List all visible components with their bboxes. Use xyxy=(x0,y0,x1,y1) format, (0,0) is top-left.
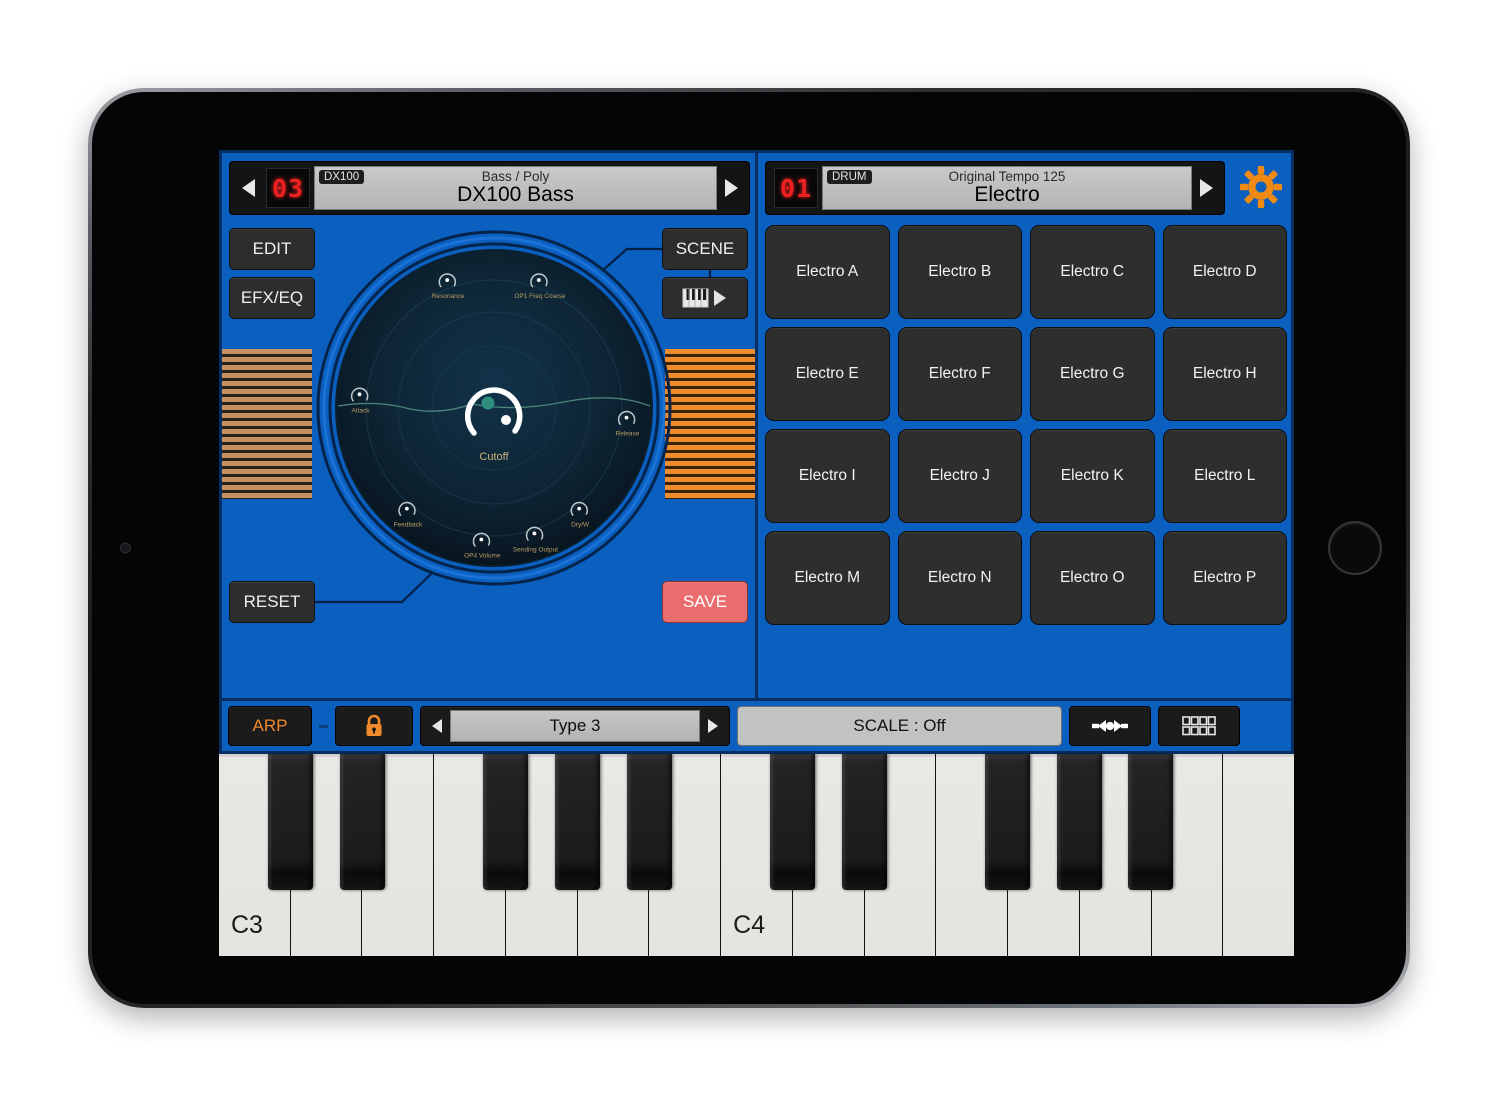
arp-type-prev-button[interactable] xyxy=(424,719,450,733)
efx-eq-button[interactable]: EFX/EQ xyxy=(229,277,315,319)
drum-pad[interactable]: Electro I xyxy=(765,429,890,523)
triangle-right-icon xyxy=(708,719,718,733)
octave-label: C3 xyxy=(231,911,263,939)
scene-button[interactable]: SCENE xyxy=(662,228,748,270)
black-key[interactable] xyxy=(984,754,1030,890)
reset-button[interactable]: RESET xyxy=(229,581,315,623)
black-key[interactable] xyxy=(769,754,815,890)
black-key[interactable] xyxy=(483,754,529,890)
arp-type-next-button[interactable] xyxy=(700,719,726,733)
arp-type-value: Type 3 xyxy=(450,710,700,742)
knob-label: Resonance xyxy=(432,293,465,300)
drum-pad[interactable]: Electro K xyxy=(1030,429,1155,523)
keyboard-play-button[interactable] xyxy=(662,277,748,319)
drum-pad-grid: Electro A Electro B Electro C Electro D Elec… xyxy=(765,225,1287,625)
octave-label: C4 xyxy=(733,911,766,939)
lock-icon xyxy=(366,714,382,736)
xy-filter-pad[interactable]: Resonance OP1 Freq Coarse Attack Release Fee… xyxy=(314,228,674,588)
knob-label: OP4 Volume xyxy=(464,552,501,559)
drum-pad[interactable]: Electro J xyxy=(897,429,1022,523)
arp-lock-button[interactable] xyxy=(335,706,413,746)
knob-label: Attack xyxy=(351,407,370,414)
tablet-device: 03 DX100 Bass / Poly DX100 Bass Resonanc… xyxy=(88,88,1410,1008)
arp-button[interactable]: ARP xyxy=(228,706,312,746)
arp-lock-link xyxy=(319,724,328,728)
drum-kit-name: Electro xyxy=(974,183,1040,207)
drum-next-kit-button[interactable] xyxy=(1192,164,1220,212)
drum-led-number: 01 xyxy=(779,173,813,203)
keyboard-play-icon xyxy=(682,288,726,308)
drum-pad[interactable]: Electro E xyxy=(765,327,890,421)
black-key[interactable] xyxy=(841,754,887,890)
knob-label: Release xyxy=(616,431,640,438)
arp-type-selector[interactable]: Type 3 xyxy=(420,706,730,746)
pad-grid-icon xyxy=(1182,716,1216,736)
white-key[interactable] xyxy=(1223,754,1294,956)
drum-pad[interactable]: Electro L xyxy=(1162,429,1287,523)
edit-button[interactable]: EDIT xyxy=(229,228,315,270)
knob-label: Sending Output xyxy=(513,546,558,553)
piano-keyboard: C3 C4 xyxy=(219,754,1294,956)
black-key[interactable] xyxy=(268,754,314,890)
save-button[interactable]: SAVE xyxy=(662,581,748,623)
drum-pad[interactable]: Electro F xyxy=(897,327,1022,421)
cutoff-label: Cutoff xyxy=(479,451,509,463)
front-camera xyxy=(120,542,131,554)
triangle-right-icon xyxy=(1199,179,1213,197)
drum-pad[interactable]: Electro O xyxy=(1030,531,1155,625)
tablet-bezel: 03 DX100 Bass / Poly DX100 Bass Resonanc… xyxy=(92,92,1406,1004)
drum-pad[interactable]: Electro M xyxy=(765,531,890,625)
knob-label: OP1 Freq Coarse xyxy=(514,293,565,300)
drum-kit-lcd[interactable]: DRUM Original Tempo 125 Electro xyxy=(822,166,1192,210)
knob-label: Dry/W xyxy=(571,522,590,529)
settings-button[interactable] xyxy=(1239,165,1283,209)
black-key[interactable] xyxy=(1128,754,1174,890)
gear-icon xyxy=(1239,165,1283,209)
top-panels: 03 DX100 Bass / Poly DX100 Bass Resonanc… xyxy=(219,150,1294,701)
drum-header: 01 DRUM Original Tempo 125 Electro xyxy=(765,161,1225,215)
drum-pad[interactable]: Electro P xyxy=(1162,531,1287,625)
drum-pad[interactable]: Electro G xyxy=(1030,327,1155,421)
synth-panel: 03 DX100 Bass / Poly DX100 Bass Resonanc… xyxy=(219,150,758,701)
drum-pad[interactable]: Electro C xyxy=(1030,225,1155,319)
triangle-left-icon xyxy=(432,719,442,733)
black-key[interactable] xyxy=(554,754,600,890)
drum-kit-tag: DRUM xyxy=(827,170,872,184)
knob-label: Feedback xyxy=(394,522,423,529)
drum-led-display: 01 xyxy=(774,168,818,208)
home-button[interactable] xyxy=(1328,521,1382,575)
black-key[interactable] xyxy=(1056,754,1102,890)
drum-panel: 01 DRUM Original Tempo 125 Electro Elect… xyxy=(758,150,1294,701)
black-key[interactable] xyxy=(339,754,385,890)
drum-pad[interactable]: Electro N xyxy=(897,531,1022,625)
black-key[interactable] xyxy=(626,754,672,890)
pad-grid-toggle-button[interactable] xyxy=(1158,706,1240,746)
drum-pad[interactable]: Electro A xyxy=(765,225,890,319)
drum-pad[interactable]: Electro D xyxy=(1162,225,1287,319)
drum-pad[interactable]: Electro H xyxy=(1162,327,1287,421)
scale-selector[interactable]: SCALE : Off xyxy=(737,706,1062,746)
app-screen: 03 DX100 Bass / Poly DX100 Bass Resonanc… xyxy=(219,150,1294,956)
drum-pad[interactable]: Electro B xyxy=(897,225,1022,319)
drum-tempo-label: Original Tempo 125 xyxy=(948,168,1066,184)
keyboard-range-button[interactable] xyxy=(1069,706,1151,746)
control-bar: ARP Type 3 SCALE: Off xyxy=(219,701,1294,754)
pan-left-right-icon xyxy=(1092,720,1128,732)
